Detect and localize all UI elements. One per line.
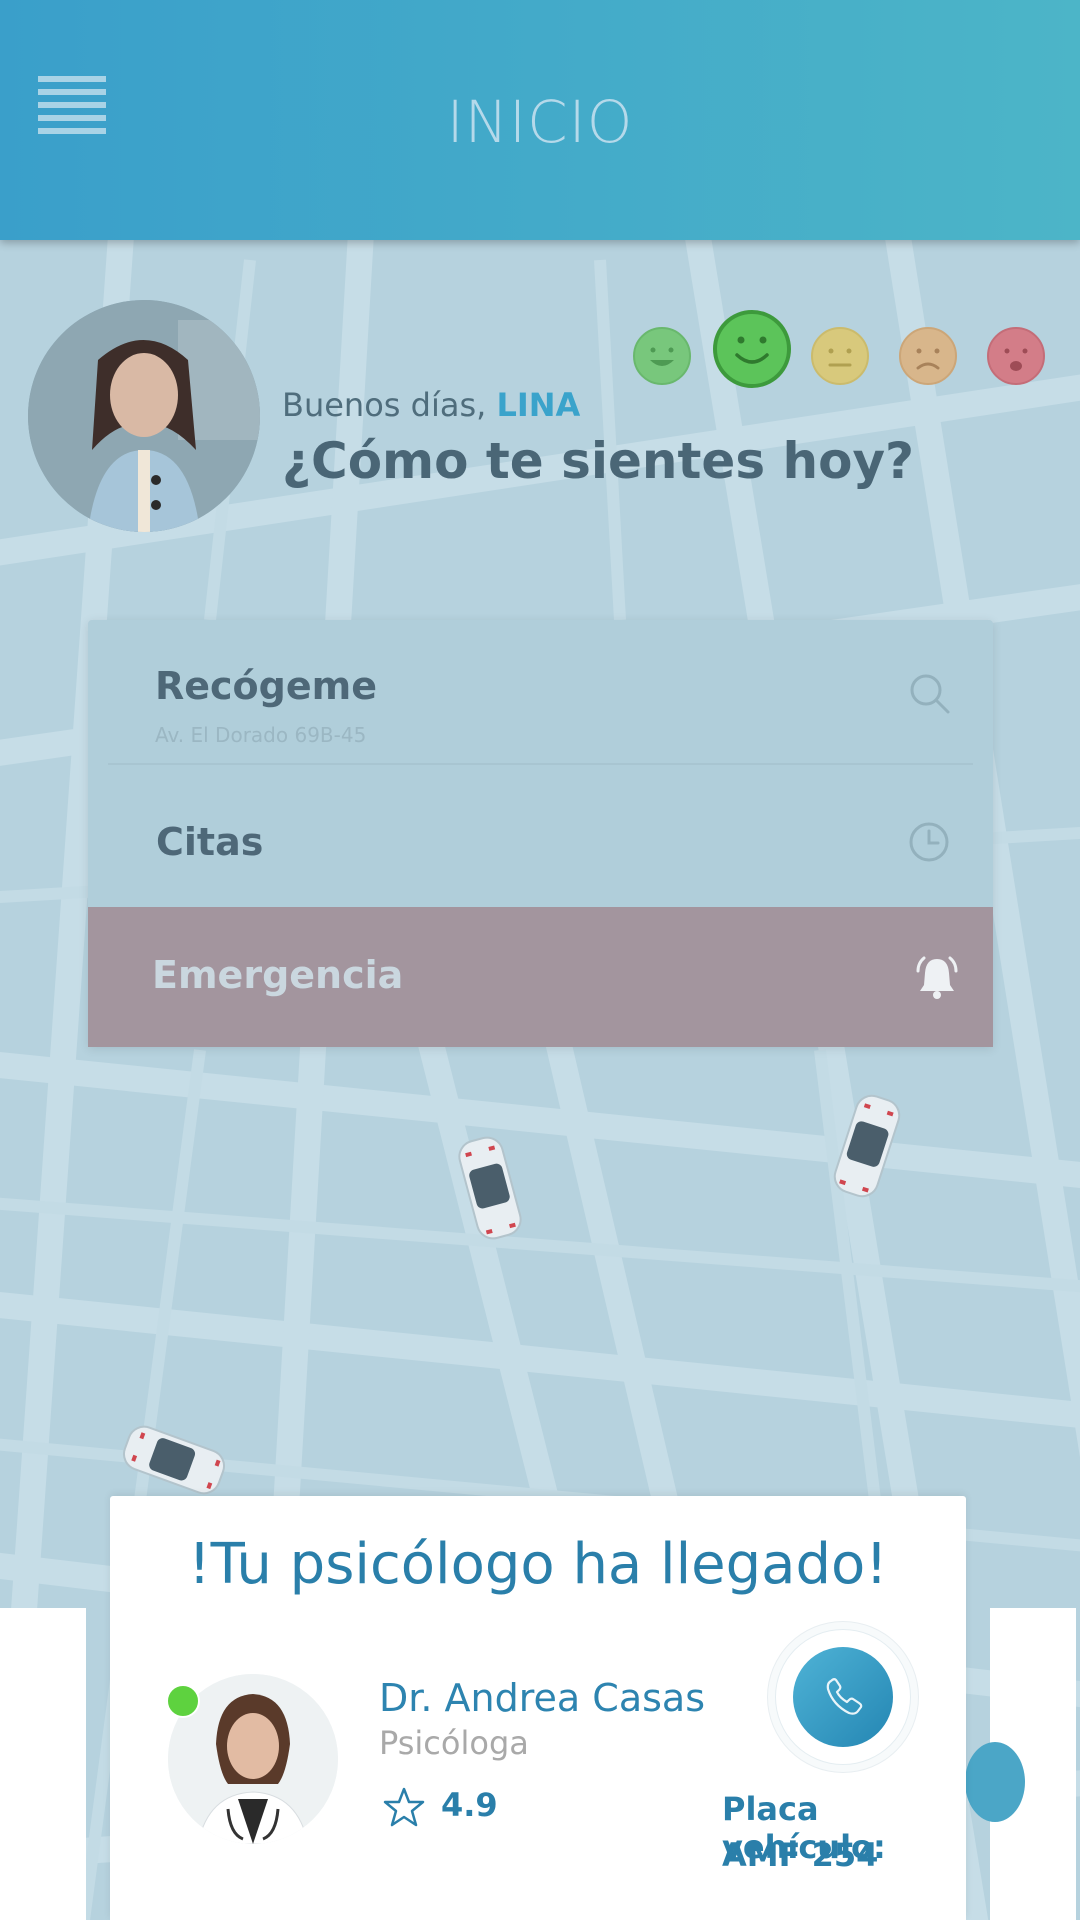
call-button[interactable] — [776, 1630, 910, 1764]
emergency-label: Emergencia — [152, 953, 404, 997]
clock-icon — [908, 821, 950, 867]
doctor-role: Psicóloga — [379, 1724, 529, 1762]
action-card: Recógeme Av. El Dorado 69B-45 Citas Emer… — [88, 620, 993, 1047]
very-happy-face-icon[interactable] — [632, 326, 692, 386]
phone-icon — [826, 1678, 863, 1715]
user-name: LINA — [496, 386, 581, 424]
alarm-bell-icon — [912, 953, 962, 1007]
appointments-row[interactable]: Citas — [88, 765, 993, 907]
appointments-label: Citas — [156, 820, 264, 864]
doctor-rating: 4.9 — [383, 1786, 498, 1828]
happy-face-icon[interactable] — [712, 309, 792, 389]
mood-question: ¿Cómo te sientes hoy? — [282, 432, 915, 490]
doctor-name: Dr. Andrea Casas — [379, 1676, 705, 1720]
psychologist-arrived-card: !Tu psicólogo ha llegado! Dr. Andrea Cas… — [110, 1496, 966, 1920]
plate-value: AMF 254 — [722, 1836, 879, 1874]
online-status-indicator — [166, 1684, 200, 1718]
previous-card[interactable] — [0, 1608, 86, 1920]
page-title: INICIO — [446, 88, 634, 156]
pickup-label: Recógeme — [155, 664, 378, 708]
neutral-face-icon[interactable] — [810, 326, 870, 386]
greeting-text: Buenos días, LINA — [282, 386, 580, 424]
rating-value: 4.9 — [441, 1786, 498, 1824]
app-header: INICIO — [0, 0, 1080, 240]
arrival-title: !Tu psicólogo ha llegado! — [188, 1532, 888, 1597]
user-avatar[interactable] — [28, 300, 260, 532]
greeting-salutation: Buenos días, — [282, 386, 497, 424]
pickup-address: Av. El Dorado 69B-45 — [155, 723, 367, 747]
very-sad-face-icon[interactable] — [986, 326, 1046, 386]
search-icon[interactable] — [908, 672, 952, 720]
next-card-button[interactable] — [965, 1742, 1025, 1822]
star-icon — [383, 1787, 425, 1827]
pickup-row[interactable]: Recógeme Av. El Dorado 69B-45 — [108, 620, 973, 765]
emergency-button[interactable]: Emergencia — [88, 907, 993, 1047]
sad-face-icon[interactable] — [898, 326, 958, 386]
